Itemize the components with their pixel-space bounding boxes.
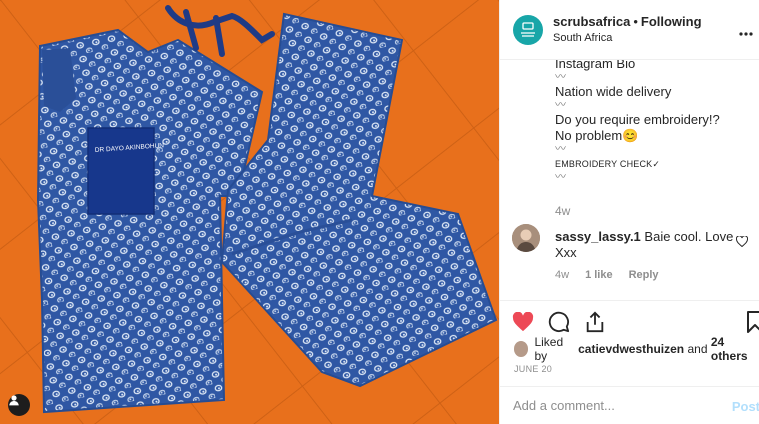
commenter-username[interactable]: sassy_lassy.1 (555, 229, 641, 244)
user-tag-icon[interactable] (8, 394, 30, 416)
caption-line: Instagram Bio (555, 60, 636, 71)
username-link[interactable]: scrubsafrica (553, 14, 630, 29)
more-icon[interactable] (738, 24, 754, 42)
likes-others-link[interactable]: 24 others (711, 335, 759, 363)
location-link[interactable]: South Africa (553, 31, 702, 45)
post-date[interactable]: JUNE 20 (514, 364, 552, 374)
header-text: scrubsafrica • Following South Africa (553, 13, 702, 45)
following-button[interactable]: Following (641, 14, 702, 29)
post-side-panel: scrubsafrica • Following South Africa Inst… (499, 0, 759, 424)
post-header: scrubsafrica • Following South Africa (500, 0, 759, 60)
comment-icon[interactable] (548, 311, 570, 333)
commenter-avatar[interactable] (512, 224, 540, 252)
share-icon[interactable] (584, 311, 606, 333)
comment-timestamp[interactable]: 4w (555, 269, 569, 281)
comment-text: sassy_lassy.1 Baie cool. Love d Xxx (555, 229, 733, 261)
comment-input[interactable] (513, 398, 723, 413)
comment-item: sassy_lassy.1 Baie cool. Love d Xxx 4w 1… (512, 224, 752, 284)
heart-icon[interactable] (512, 311, 534, 332)
liker-username[interactable]: catievdwesthuizen (578, 342, 684, 356)
liker-avatar[interactable] (514, 341, 529, 357)
caption-line: No problem😊 (555, 128, 639, 143)
comment-body: Baie cool. Love d (644, 229, 733, 244)
comment-like-heart-icon[interactable] (735, 234, 749, 252)
brand-logo-icon (521, 21, 535, 37)
caption-divider: 〰 (555, 99, 566, 111)
caption-divider: 〰 (555, 71, 566, 83)
caption-line: EMBROIDERY CHECK✓ (555, 159, 661, 169)
scrubs-photo-illustration: DR DAYO AKINBOHUN (0, 0, 499, 424)
caption-timestamp[interactable]: 4w (555, 204, 570, 218)
post-caption: Instagram Bio 〰 Nation wide delivery 〰 D… (555, 60, 755, 184)
caption-line: Nation wide delivery (555, 84, 672, 99)
add-comment-bar: Post (500, 386, 759, 424)
liked-by-label: Liked by (534, 335, 564, 363)
likes-summary: Liked by catievdwesthuizen and 24 others (514, 335, 759, 363)
post-comment-button[interactable]: Post (732, 399, 759, 414)
bookmark-icon[interactable] (746, 311, 759, 338)
comment-body-line2: Xxx (555, 245, 577, 260)
post-photo[interactable]: DR DAYO AKINBOHUN (0, 0, 499, 424)
profile-avatar[interactable] (513, 14, 543, 45)
caption-divider: 〰 (555, 171, 566, 183)
separator-dot: • (633, 13, 638, 29)
comments-section[interactable]: Instagram Bio 〰 Nation wide delivery 〰 D… (500, 60, 759, 300)
caption-divider: 〰 (555, 143, 566, 155)
comment-meta: 4w 1 like Reply (555, 269, 659, 281)
comment-likes-count[interactable]: 1 like (585, 269, 613, 281)
likes-and-label: and (687, 342, 708, 356)
caption-line: Do you require embroidery!? (555, 112, 720, 127)
comment-reply-button[interactable]: Reply (629, 269, 659, 281)
